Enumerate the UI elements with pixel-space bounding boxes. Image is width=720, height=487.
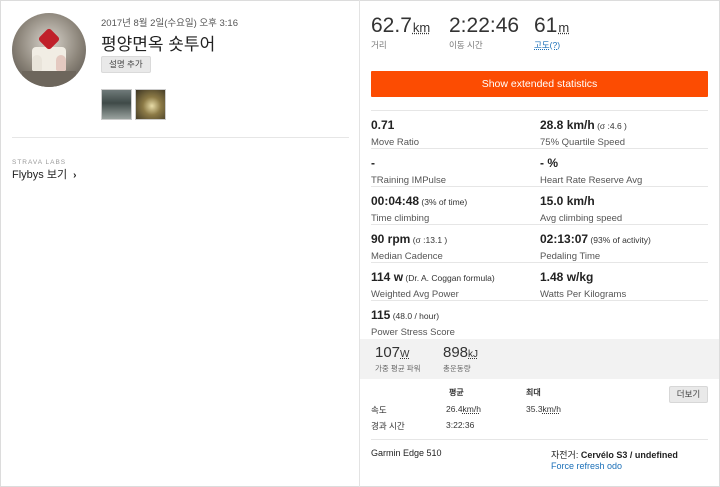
stat-weighted-power: 114 w (Dr. A. Coggan formula) Weighted A… <box>371 268 495 300</box>
stat-label: 75% Quartile Speed <box>540 137 626 148</box>
section-divider <box>12 137 349 138</box>
avg-speed-value: 26.4 <box>446 404 463 414</box>
stat-quartile-speed: 28.8 km/h (σ :4.6 ) 75% Quartile Speed <box>540 116 627 148</box>
stat-value: 1.48 w/kg <box>540 270 594 284</box>
distance-stat: 62.7km 거리 <box>371 14 430 51</box>
stat-value: 0.71 <box>371 118 395 132</box>
stats-row: 90 rpm (σ :13.1 ) Median Cadence 02:13:0… <box>371 224 708 262</box>
stat-hr-reserve: - % Heart Rate Reserve Avg <box>540 154 642 186</box>
stat-median-cadence: 90 rpm (σ :13.1 ) Median Cadence <box>371 230 447 262</box>
photo-thumbnail[interactable] <box>135 89 166 120</box>
distance-value: 62.7 <box>371 14 412 37</box>
stat-value: - % <box>540 156 558 170</box>
column-header-average: 평균 <box>449 388 464 397</box>
device-name: Garmin Edge 510 <box>371 448 442 458</box>
stat-value: 28.8 km/h <box>540 118 595 132</box>
chevron-right-icon: › <box>73 170 77 181</box>
activity-date: 2017년 8월 2일(수요일) 오후 3:16 <box>101 18 238 29</box>
stat-label: Move Ratio <box>371 137 420 148</box>
elevation-value: 61 <box>534 14 558 37</box>
stat-label: TRaining IMPulse <box>371 175 446 186</box>
work-unit: kJ <box>468 349 479 360</box>
stat-climbing-speed: 15.0 km/h Avg climbing speed <box>540 192 622 224</box>
avatar[interactable] <box>12 13 86 87</box>
power-value: 107 <box>375 344 401 361</box>
stat-value: 02:13:07 <box>540 232 589 246</box>
stat-pedaling-time: 02:13:07 (93% of activity) Pedaling Time <box>540 230 651 262</box>
stats-row: 115 (48.0 / hour) Power Stress Score <box>371 300 708 338</box>
stat-sub: (3% of time) <box>419 197 468 207</box>
distance-unit: km <box>412 20 431 35</box>
add-description-button[interactable]: 설명 추가 <box>101 56 151 73</box>
stat-label: Power Stress Score <box>371 327 455 338</box>
footer-divider <box>371 439 708 440</box>
stat-value: 15.0 km/h <box>540 194 595 208</box>
avg-speed-unit: km/h <box>462 404 481 414</box>
elevation-unit: m <box>558 20 570 35</box>
moving-time-label: 이동 시간 <box>449 40 483 50</box>
elapsed-time-value: 3:22:36 <box>446 420 475 430</box>
stat-label: Avg climbing speed <box>540 213 623 224</box>
stat-sub: (σ :13.1 ) <box>410 235 448 245</box>
stat-label: Pedaling Time <box>540 251 601 262</box>
elapsed-row-label: 경과 시간 <box>371 421 405 431</box>
stat-value: 00:04:48 <box>371 194 420 208</box>
bike-prefix: 자전거: <box>551 450 581 460</box>
stat-watts-per-kg: 1.48 w/kg Watts Per Kilograms <box>540 268 626 300</box>
stat-sub: (Dr. A. Coggan formula) <box>403 273 495 283</box>
total-work-stat: 898kJ 총운동량 <box>443 344 478 374</box>
power-unit: W <box>400 349 410 360</box>
speed-row-label: 속도 <box>371 405 387 415</box>
weighted-avg-power-stat: 107W 가중 평균 파워 <box>375 344 421 374</box>
strava-labs-label: STRAVA LABS <box>12 159 67 166</box>
photo-thumbnail[interactable] <box>101 89 132 120</box>
stats-row: 00:04:48 (3% of time) Time climbing 15.0… <box>371 186 708 224</box>
column-header-max: 최대 <box>526 388 541 397</box>
stat-time-climbing: 00:04:48 (3% of time) Time climbing <box>371 192 467 224</box>
activity-title: 평양면옥 숏투어 <box>101 35 216 54</box>
stat-label: Time climbing <box>371 213 430 224</box>
stat-label: Watts Per Kilograms <box>540 289 627 300</box>
stat-power-stress-score: 115 (48.0 / hour) Power Stress Score <box>371 306 455 338</box>
column-divider <box>359 0 360 487</box>
power-label: 가중 평균 파워 <box>375 364 421 373</box>
stat-value: 114 w <box>371 270 404 284</box>
show-extended-statistics-button[interactable]: Show extended statistics <box>371 71 708 97</box>
more-button[interactable]: 더보기 <box>669 386 708 403</box>
stat-training-impulse: - TRaining IMPulse <box>371 154 446 186</box>
stat-move-ratio: 0.71 Move Ratio <box>371 116 419 148</box>
flybys-label: Flybys 보기 <box>12 169 68 181</box>
stat-value: 115 <box>371 308 391 322</box>
stats-row: 0.71 Move Ratio 28.8 km/h (σ :4.6 ) 75% … <box>371 110 708 148</box>
force-refresh-odo-link[interactable]: Force refresh odo <box>551 461 622 471</box>
bike-info: 자전거: Cervélo S3 / undefined <box>551 448 678 461</box>
max-speed-unit: km/h <box>542 404 561 414</box>
stats-row: - TRaining IMPulse - % Heart Rate Reserv… <box>371 148 708 186</box>
avg-speed-cell: 26.4km/h <box>446 404 481 414</box>
max-speed-cell: 35.3km/h <box>526 404 561 414</box>
stat-value: 90 rpm <box>371 232 411 246</box>
stat-label: Heart Rate Reserve Avg <box>540 175 643 186</box>
stat-value: - <box>371 156 375 170</box>
distance-label: 거리 <box>371 40 387 50</box>
max-speed-value: 35.3 <box>526 404 543 414</box>
bike-name: Cervélo S3 / undefined <box>580 450 678 460</box>
flybys-link[interactable]: Flybys 보기 › <box>12 166 76 182</box>
elevation-stat: 61m 고도(?) <box>534 14 569 51</box>
stat-sub: (48.0 / hour) <box>390 311 440 321</box>
stat-label: Median Cadence <box>371 251 443 262</box>
moving-time-value: 2:22:46 <box>449 14 520 37</box>
stats-row: 114 w (Dr. A. Coggan formula) Weighted A… <box>371 262 708 300</box>
stat-label: Weighted Avg Power <box>371 289 459 300</box>
stat-sub: (σ :4.6 ) <box>594 121 627 131</box>
elevation-help-link[interactable]: 고도(?) <box>534 39 569 51</box>
stat-sub: (93% of activity) <box>588 235 651 245</box>
moving-time-stat: 2:22:46 이동 시간 <box>449 14 519 51</box>
work-value: 898 <box>443 344 469 361</box>
work-label: 총운동량 <box>443 364 471 373</box>
